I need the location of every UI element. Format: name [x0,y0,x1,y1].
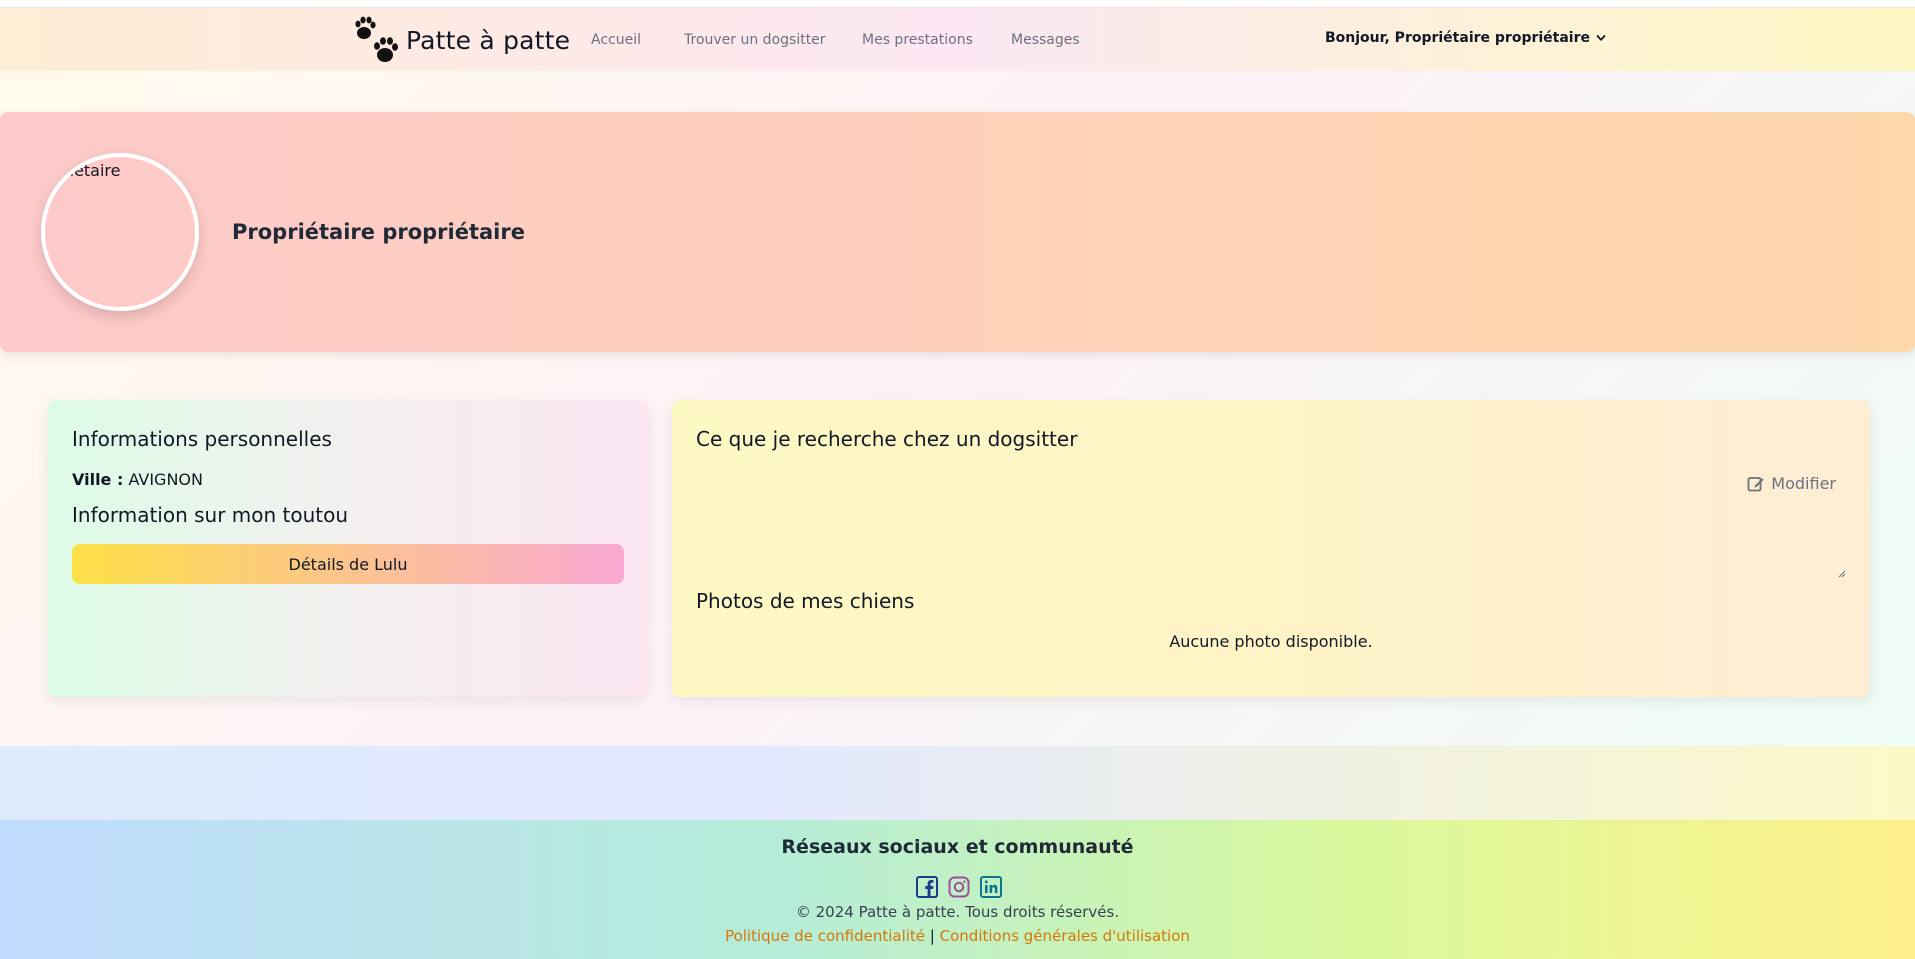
footer-title: Réseaux sociaux et communauté [781,836,1134,858]
avatar: Propriétaire [41,153,199,311]
photos-title: Photos de mes chiens [696,589,915,613]
search-title: Ce que je recherche chez un dogsitter [696,427,1078,451]
privacy-link[interactable]: Politique de confidentialité [725,927,925,945]
avatar-alt-text: Propriétaire [43,161,121,180]
top-border [0,0,1915,7]
personal-info-title: Informations personnelles [72,427,332,451]
brand-name[interactable]: Patte à patte [406,26,570,55]
city-label: Ville : [72,470,124,489]
instagram-icon[interactable] [947,875,971,899]
nav-messages[interactable]: Messages [1011,32,1080,48]
nav-trouver-dogsitter[interactable]: Trouver un dogsitter [684,32,826,48]
edit-icon [1747,476,1764,491]
nav-mes-prestations[interactable]: Mes prestations [862,32,973,48]
search-description[interactable] [696,464,1846,578]
edit-label: Modifier [1771,474,1836,493]
edit-button[interactable]: Modifier [1747,474,1836,493]
facebook-icon[interactable] [915,875,939,899]
profile-name: Propriétaire propriétaire [232,220,525,244]
brand-logo[interactable]: Patte à patte [352,14,570,66]
chevron-down-icon [1596,35,1606,41]
legal-separator: | [929,927,935,945]
personal-info-card: Informations personnelles Ville : AVIGNO… [48,400,648,697]
no-photos-message: Aucune photo disponible. [1169,632,1373,651]
paw-icon [355,16,398,62]
dogsitter-search-card: Ce que je recherche chez un dogsitter Mo… [672,400,1870,697]
resize-handle-icon[interactable] [1836,568,1846,578]
user-menu[interactable]: Bonjour, Propriétaire propriétaire [1325,30,1606,46]
legal-links: Politique de confidentialité | Condition… [0,927,1915,945]
social-links [915,875,1003,899]
profile-header: Propriétaire Propriétaire propriétaire [0,112,1915,352]
city-row: Ville : AVIGNON [72,470,203,489]
terms-link[interactable]: Conditions générales d'utilisation [940,927,1190,945]
dog-details-button[interactable]: Détails de Lulu [72,544,624,584]
dog-info-title: Information sur mon toutou [72,503,349,527]
user-greeting: Bonjour, Propriétaire propriétaire [1325,30,1590,46]
linkedin-icon[interactable] [979,875,1003,899]
copyright: © 2024 Patte à patte. Tous droits réserv… [795,903,1120,921]
footer: Réseaux sociaux et communauté © 2024 Pat… [0,820,1915,959]
nav-accueil[interactable]: Accueil [591,32,641,48]
footer-spacer [0,746,1915,820]
city-value: AVIGNON [128,470,203,489]
navbar: Patte à patte Accueil Trouver un dogsitt… [0,7,1915,71]
